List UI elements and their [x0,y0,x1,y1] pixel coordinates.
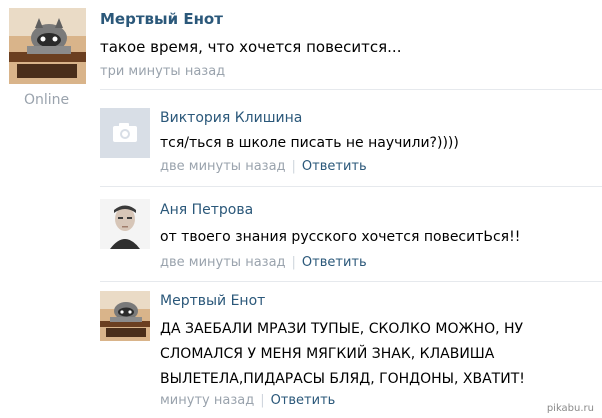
comment-meta: минуту назад | Ответить [160,393,335,408]
comment-avatar[interactable] [100,199,150,249]
post-author-name[interactable]: Мертвый Енот [100,10,223,28]
reply-link[interactable]: Ответить [302,255,367,270]
comment-timestamp[interactable]: минуту назад [160,393,254,408]
raccoon-photo-icon [100,291,150,341]
comment-timestamp[interactable]: две минуты назад [160,255,286,270]
meta-separator: | [260,393,265,408]
divider [100,89,602,90]
comment-text-line: СЛОМАЛСЯ У МЕНЯ МЯГКИЙ ЗНАК, КЛАВИША [160,346,495,362]
comment-author-name[interactable]: Аня Петрова [160,202,253,218]
comment-author-name[interactable]: Мертвый Енот [160,293,265,309]
online-status: Online [24,92,70,108]
comment-text: ДА ЗАЕБАЛИ МРАЗИ ТУПЫЕ, СКОЛКО МОЖНО, НУ… [160,317,525,392]
comment-avatar[interactable] [100,108,150,158]
comment-author-name[interactable]: Виктория Клишина [160,110,302,126]
raccoon-photo-icon [9,8,86,84]
comment-meta: две минуты назад | Ответить [160,255,367,270]
divider [100,281,602,282]
comment-text-line: ДА ЗАЕБАЛИ МРАЗИ ТУПЫЕ, СКОЛКО МОЖНО, НУ [160,321,524,337]
comment-timestamp[interactable]: две минуты назад [160,159,286,174]
meta-separator: | [291,255,296,270]
divider [100,186,602,187]
comment-text: от твоего знания русского хочется повеси… [160,229,521,245]
profile-photo-icon [100,199,150,249]
meta-separator: | [291,159,296,174]
reply-link[interactable]: Ответить [271,393,336,408]
post-timestamp[interactable]: три минуты назад [100,64,225,79]
post-author-avatar[interactable] [9,8,86,84]
watermark: pikabu.ru [546,403,594,414]
comment-avatar[interactable] [100,291,150,341]
reply-link[interactable]: Ответить [302,159,367,174]
post-text: такое время, что хочется повесится... [100,38,402,56]
comment-meta: две минуты назад | Ответить [160,159,367,174]
camera-placeholder-icon [100,108,150,158]
comment-text: тся/ться в школе писать не научили?)))) [160,135,459,151]
comment-text-line: ВЫЛЕТЕЛА,ПИДАРАСЫ БЛЯД, ГОНДОНЫ, ХВАТИТ! [160,371,525,387]
